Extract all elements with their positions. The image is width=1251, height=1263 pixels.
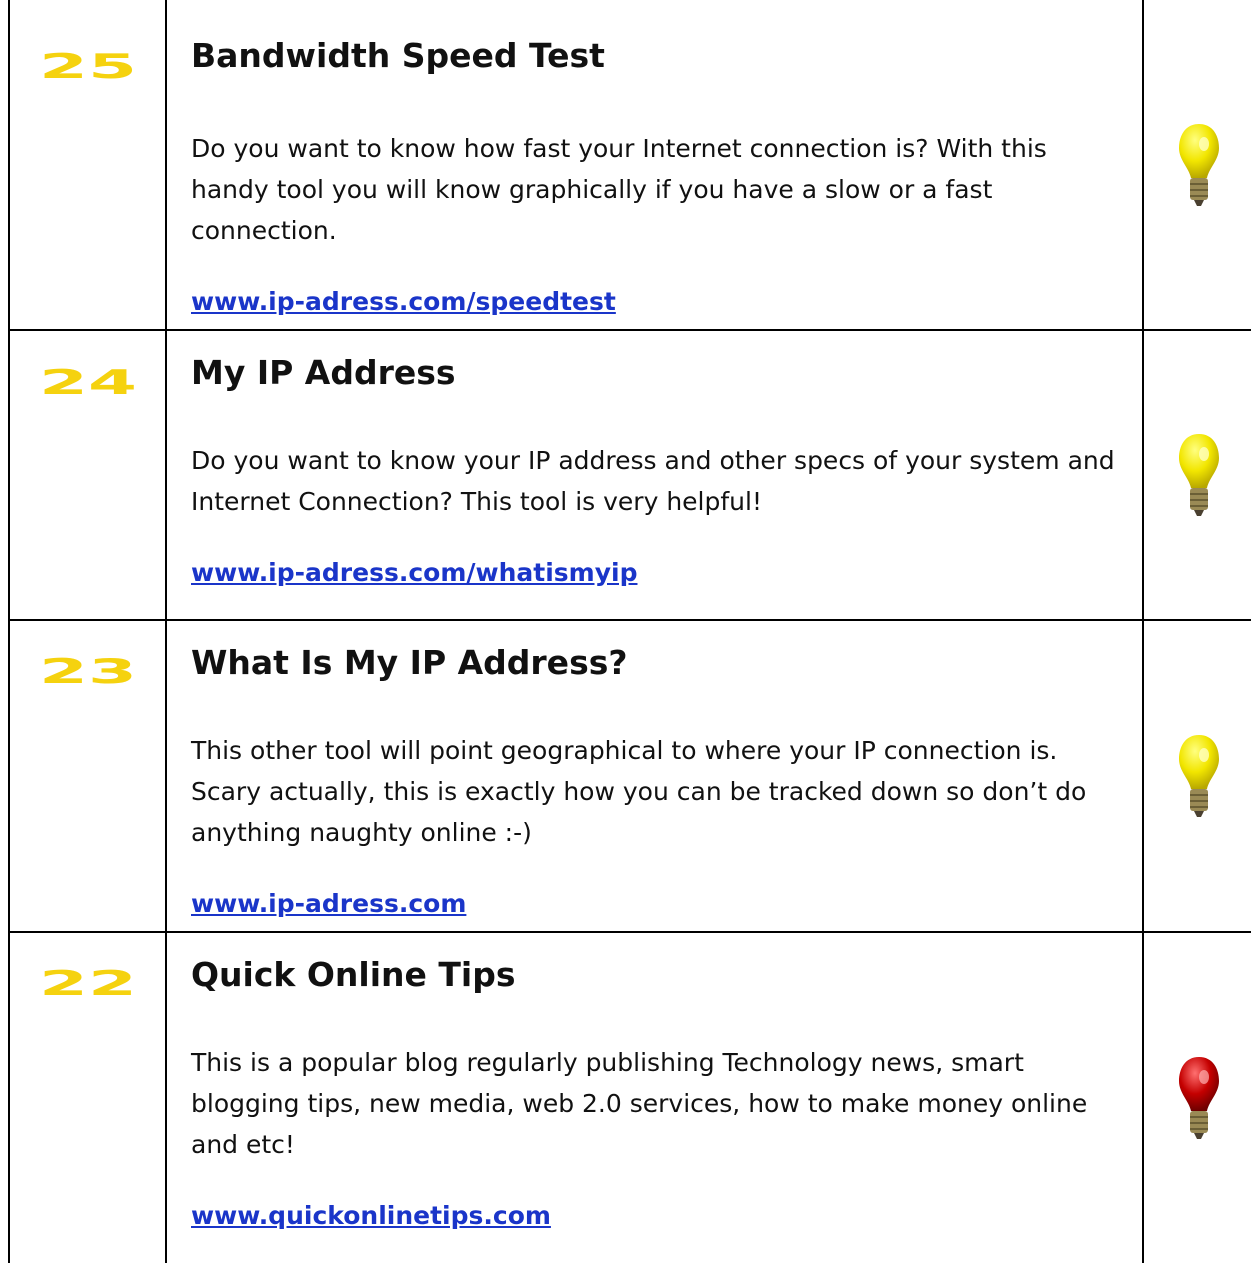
rank-number: 23 (39, 657, 137, 685)
item-description: Do you want to know your IP address and … (191, 446, 1115, 516)
item-title: What Is My IP Address? (191, 643, 628, 682)
rank-number: 24 (39, 368, 137, 396)
ranking-table: 25 Bandwidth Speed Test Do you want to k… (8, 0, 1251, 1263)
item-content: Quick Online Tips This is a popular blog… (165, 932, 1144, 1263)
item-link[interactable]: www.ip-adress.com/speedtest (191, 287, 616, 316)
rank-number-25-graphic: 25 (39, 52, 137, 80)
table-row: 24 My IP Address Do you want to know you… (8, 330, 1251, 621)
rank-cell: 23 (8, 620, 167, 933)
rank-cell: 24 (8, 330, 167, 621)
item-link[interactable]: www.ip-adress.com (191, 889, 466, 918)
yellow-lightbulb-icon (1178, 735, 1219, 817)
icon-cell (1142, 330, 1251, 621)
rank-cell: 25 (8, 0, 167, 331)
icon-cell (1142, 0, 1251, 331)
rank-number: 25 (39, 52, 137, 80)
item-title: My IP Address (191, 353, 456, 392)
item-link[interactable]: www.quickonlinetips.com (191, 1201, 551, 1230)
item-link[interactable]: www.ip-adress.com/whatismyip (191, 558, 637, 587)
icon-cell (1142, 620, 1251, 933)
rank-number-22-graphic: 22 (39, 969, 137, 997)
icon-cell (1142, 932, 1251, 1263)
rank-cell: 22 (8, 932, 167, 1263)
item-content: Bandwidth Speed Test Do you want to know… (165, 0, 1144, 331)
svg-text:22: 22 (39, 969, 137, 997)
rank-number-24-graphic: 24 (39, 368, 137, 396)
red-lightbulb-icon (1178, 1057, 1219, 1139)
svg-text:23: 23 (39, 657, 137, 685)
item-description: Do you want to know how fast your Intern… (191, 134, 1047, 245)
svg-text:25: 25 (39, 52, 137, 80)
table-row: 23 What Is My IP Address? This other too… (8, 620, 1251, 933)
item-content: What Is My IP Address? This other tool w… (165, 620, 1144, 933)
yellow-lightbulb-icon (1178, 123, 1219, 206)
item-content: My IP Address Do you want to know your I… (165, 330, 1144, 621)
item-title: Bandwidth Speed Test (191, 36, 605, 75)
item-title: Quick Online Tips (191, 955, 516, 994)
yellow-lightbulb-icon (1178, 434, 1219, 516)
table-row: 22 Quick Online Tips This is a popular b… (8, 932, 1251, 1263)
svg-text:24: 24 (39, 368, 137, 396)
item-description: This other tool will point geographical … (191, 736, 1087, 847)
rank-number: 22 (39, 969, 137, 997)
item-description: This is a popular blog regularly publish… (191, 1048, 1088, 1159)
rank-number-23-graphic: 23 (39, 657, 137, 685)
table-row: 25 Bandwidth Speed Test Do you want to k… (8, 0, 1251, 331)
